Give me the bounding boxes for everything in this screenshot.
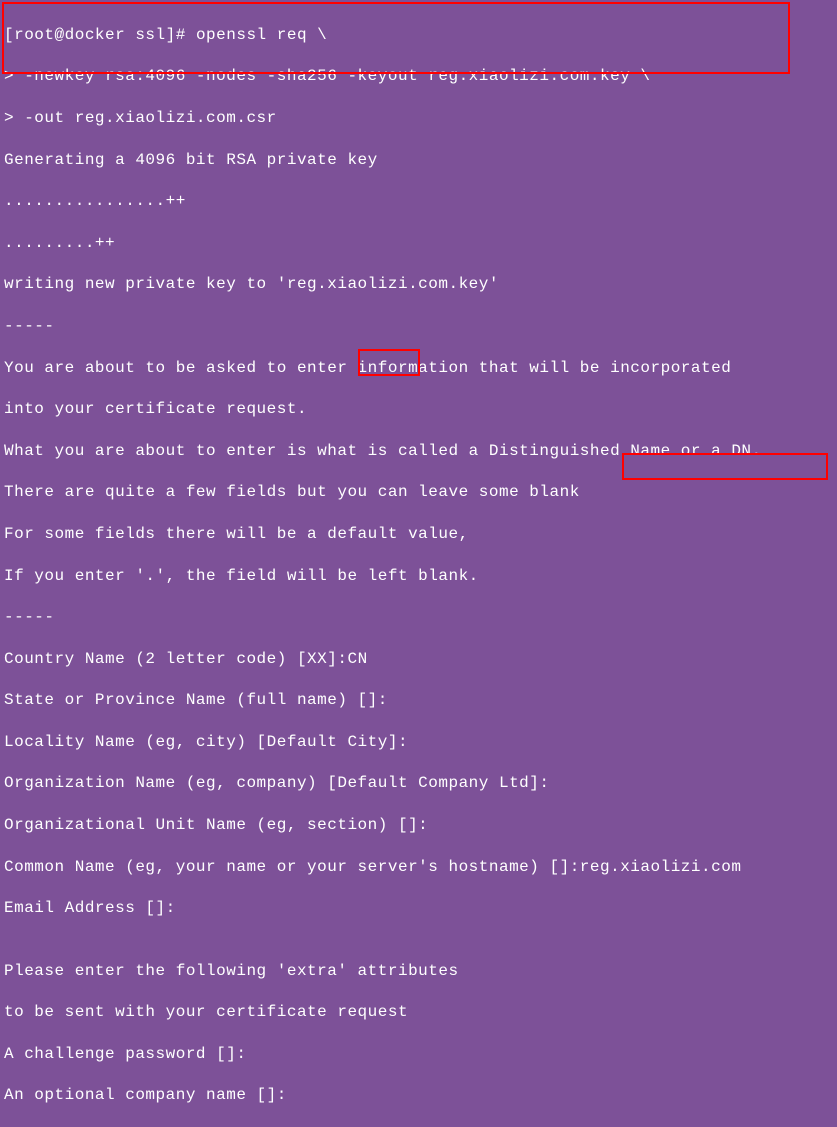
country-name-input: :CN <box>337 650 367 668</box>
output-progress-1: ................++ <box>4 191 833 212</box>
output-divider-2: ----- <box>4 607 833 628</box>
terminal-output: [root@docker ssl]# openssl req \ > -newk… <box>4 4 833 1127</box>
challenge-password-prompt[interactable]: A challenge password []: <box>4 1044 833 1065</box>
command-text: openssl req \ <box>196 26 327 44</box>
output-divider-1: ----- <box>4 316 833 337</box>
output-info-3: What you are about to enter is what is c… <box>4 441 833 462</box>
state-name-prompt[interactable]: State or Province Name (full name) []: <box>4 690 833 711</box>
command-prompt-line[interactable]: [root@docker ssl]# openssl req \ <box>4 25 833 46</box>
locality-name-prompt[interactable]: Locality Name (eg, city) [Default City]: <box>4 732 833 753</box>
output-info-2: into your certificate request. <box>4 399 833 420</box>
output-writing-key: writing new private key to 'reg.xiaolizi… <box>4 274 833 295</box>
common-name-prompt: Common Name (eg, your name or your serve… <box>4 858 570 876</box>
output-progress-2: .........++ <box>4 233 833 254</box>
output-info-4: There are quite a few fields but you can… <box>4 482 833 503</box>
output-extra-1: Please enter the following 'extra' attri… <box>4 961 833 982</box>
country-name-line[interactable]: Country Name (2 letter code) [XX]:CN <box>4 649 833 670</box>
shell-prompt: [root@docker ssl]# <box>4 26 196 44</box>
organization-name-prompt[interactable]: Organization Name (eg, company) [Default… <box>4 773 833 794</box>
output-info-6: If you enter '.', the field will be left… <box>4 566 833 587</box>
optional-company-prompt[interactable]: An optional company name []: <box>4 1085 833 1106</box>
email-address-prompt[interactable]: Email Address []: <box>4 898 833 919</box>
command-continuation-2: > -out reg.xiaolizi.com.csr <box>4 108 833 129</box>
output-info-5: For some fields there will be a default … <box>4 524 833 545</box>
output-generating: Generating a 4096 bit RSA private key <box>4 150 833 171</box>
command-continuation-1: > -newkey rsa:4096 -nodes -sha256 -keyou… <box>4 66 833 87</box>
country-name-prompt: Country Name (2 letter code) [XX] <box>4 650 337 668</box>
output-info-1: You are about to be asked to enter infor… <box>4 358 833 379</box>
common-name-line[interactable]: Common Name (eg, your name or your serve… <box>4 857 833 878</box>
common-name-input: :reg.xiaolizi.com <box>570 858 742 876</box>
organizational-unit-prompt[interactable]: Organizational Unit Name (eg, section) [… <box>4 815 833 836</box>
output-extra-2: to be sent with your certificate request <box>4 1002 833 1023</box>
